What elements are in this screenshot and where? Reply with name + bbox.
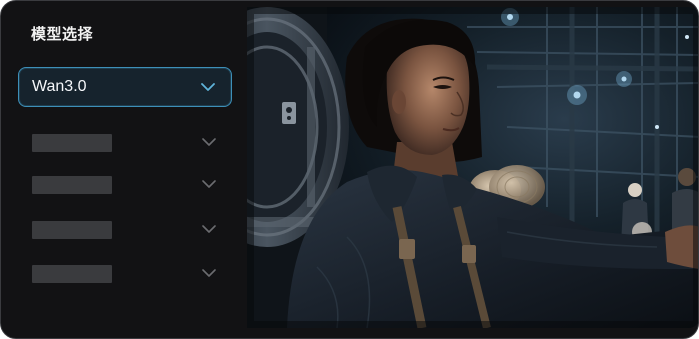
placeholder-dropdown-4[interactable] <box>32 264 222 283</box>
chevron-down-icon <box>202 138 216 146</box>
placeholder-bar <box>32 221 112 239</box>
industrial-worker-image <box>247 7 698 328</box>
generated-image-preview <box>247 7 698 328</box>
chevron-down-icon <box>202 225 216 233</box>
placeholder-bar <box>32 134 112 152</box>
panel-title: 模型选择 <box>31 25 94 43</box>
chevron-down-icon <box>202 180 216 188</box>
chevron-down-icon <box>202 269 216 277</box>
placeholder-bar <box>32 265 112 283</box>
model-dropdown[interactable]: Wan3.0 <box>18 67 232 107</box>
chevron-down-icon <box>201 83 215 91</box>
placeholder-dropdown-1[interactable] <box>32 133 222 152</box>
placeholder-dropdown-3[interactable] <box>32 220 222 239</box>
placeholder-bar <box>32 176 112 194</box>
model-selection-card: 模型选择 Wan3.0 <box>0 0 699 339</box>
model-dropdown-value: Wan3.0 <box>32 78 87 95</box>
placeholder-dropdown-2[interactable] <box>32 175 222 194</box>
model-selection-panel: 模型选择 Wan3.0 <box>1 1 247 338</box>
